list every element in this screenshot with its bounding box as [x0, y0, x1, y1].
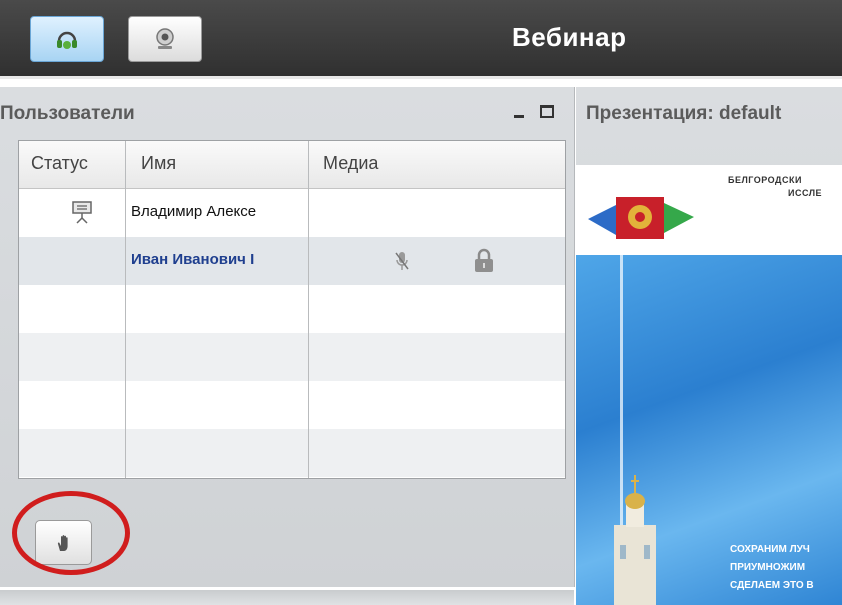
- column-divider: [125, 141, 126, 478]
- top-toolbar: Вебинар: [0, 0, 842, 79]
- column-header-media[interactable]: Медиа: [323, 153, 378, 174]
- presentation-panel: Презентация: default БЕЛГОРОДСКИ ИССЛЕ С…: [576, 87, 842, 605]
- table-row: [19, 429, 565, 477]
- user-name: Иван Иванович I: [131, 251, 255, 268]
- table-header: Статус Имя Медиа: [19, 141, 565, 189]
- webcam-icon: [156, 28, 174, 49]
- app-title: Вебинар: [512, 22, 627, 52]
- slide-message-line: СДЕЛАЕМ ЭТО В: [730, 580, 814, 591]
- slide-header-line2: ИССЛЕ: [788, 188, 823, 198]
- maximize-icon[interactable]: [540, 105, 554, 118]
- presenter-icon: [71, 200, 93, 229]
- coat-of-arms-logo: [588, 197, 694, 239]
- bottom-panel-edge: [0, 590, 574, 605]
- raise-hand-icon: [57, 534, 68, 551]
- headset-icon: [57, 31, 77, 49]
- presentation-slide[interactable]: БЕЛГОРОДСКИ ИССЛЕ СОХРАНИМ ЛУЧ ПРИУМНОЖИ…: [576, 165, 842, 605]
- slide-body: СОХРАНИМ ЛУЧ ПРИУМНОЖИМ СДЕЛАЕМ ЭТО В: [576, 255, 842, 605]
- column-divider: [308, 141, 309, 478]
- users-panel-title: Пользователи: [0, 103, 135, 124]
- slide-message-line: ПРИУМНОЖИМ: [730, 562, 806, 573]
- user-name: Владимир Алексе: [131, 203, 257, 220]
- webcam-toggle-button[interactable]: [128, 16, 202, 62]
- headset-toggle-button[interactable]: [30, 16, 104, 62]
- users-table: Статус Имя Медиа Владимир Алексе Иван Ив…: [18, 140, 566, 479]
- column-header-status[interactable]: Статус: [31, 153, 88, 174]
- slide-header: БЕЛГОРОДСКИ ИССЛЕ: [576, 165, 842, 255]
- lock-icon[interactable]: [473, 247, 495, 278]
- slide-message-line: СОХРАНИМ ЛУЧ: [730, 544, 810, 555]
- table-row[interactable]: Владимир Алексе: [19, 189, 565, 237]
- table-row: [19, 285, 565, 333]
- muted-mic-icon[interactable]: [394, 250, 410, 277]
- raise-hand-button[interactable]: [35, 520, 92, 565]
- church-image: [614, 475, 656, 605]
- column-header-name[interactable]: Имя: [141, 153, 176, 174]
- table-row[interactable]: Иван Иванович I: [19, 237, 565, 285]
- minimize-icon[interactable]: [514, 115, 524, 118]
- presentation-title: Презентация: default: [586, 103, 782, 124]
- users-panel: Пользователи Статус Имя Медиа Владимир А…: [0, 87, 575, 587]
- slide-header-line1: БЕЛГОРОДСКИ: [728, 175, 802, 185]
- table-row: [19, 381, 565, 429]
- table-row: [19, 333, 565, 381]
